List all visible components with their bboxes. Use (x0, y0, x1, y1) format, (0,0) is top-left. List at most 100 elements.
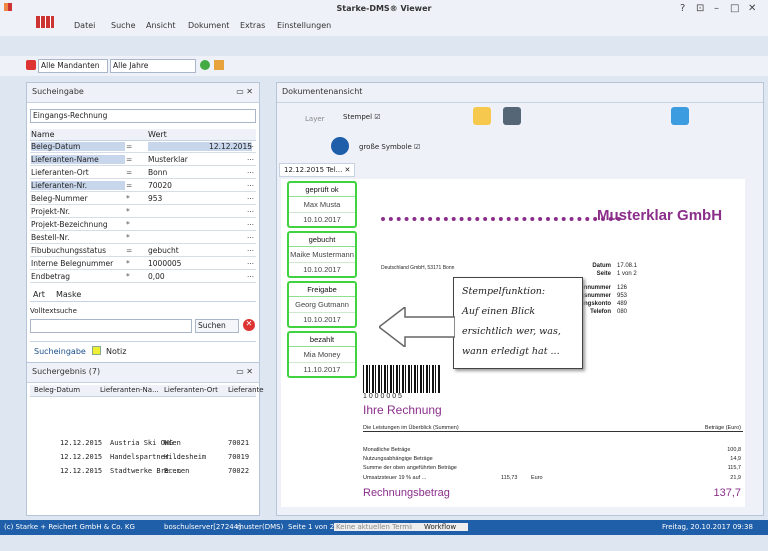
summary-lines: Monatliche Beträge 100,8 Nutzungsabhängige… (363, 447, 743, 474)
grid-row[interactable]: Bestell-Nr. * … (30, 232, 256, 244)
grid-row[interactable]: Beleg-Nummer * 953 … (30, 193, 256, 205)
menu-ansicht[interactable]: Ansicht (146, 21, 176, 30)
status-server: boschulserver[27244] (164, 523, 241, 531)
grid-row[interactable]: Interne Belegnummer * 1000005 … (30, 258, 256, 270)
table-row[interactable]: 12.12.2015 Austria Ski OHG Wien 70021 (30, 439, 256, 452)
grid-operator[interactable]: * (126, 194, 130, 203)
stempel-checkbox[interactable]: Stempel ☑ (343, 113, 381, 121)
menu-extras[interactable]: Extras (240, 21, 265, 30)
rechnungsbetrag: Rechnungsbetrag 137,7 (363, 487, 741, 499)
grid-row[interactable]: Projekt-Nr. * … (30, 206, 256, 218)
grid-field-name: Beleg-Nummer (31, 194, 88, 203)
search-grid: Beleg-Datum = 12.12.2015 … Lieferanten-Na… (30, 141, 256, 285)
hand-icon[interactable] (473, 107, 491, 125)
col-value: Wert (148, 130, 167, 139)
grid-operator[interactable]: = (126, 168, 132, 177)
grid-field-value[interactable]: 0,00 (148, 272, 165, 281)
menu-datei[interactable]: Datei (74, 21, 95, 30)
status-bar: (c) Starke + Reichert GmbH & Co. KG bosc… (0, 520, 768, 535)
results-list: 12.12.2015 Austria Ski OHG Wien 70021 12.… (30, 439, 256, 489)
jahr-select[interactable]: Alle Jahre (110, 59, 196, 73)
info-icon[interactable] (331, 137, 349, 155)
grid-operator[interactable]: = (126, 142, 132, 151)
doc-tab[interactable]: 12.12.2015 Tel... ✕ (279, 163, 356, 177)
menu-einstellungen[interactable]: Einstellungen (277, 21, 331, 30)
grid-operator[interactable]: * (126, 207, 130, 216)
ellipsis-icon[interactable]: … (247, 141, 254, 149)
grid-field-name: Projekt-Bezeichnung (31, 220, 108, 229)
bottom-tabs: Sucheingabe Notiz (30, 341, 256, 361)
settings-icon[interactable] (214, 60, 224, 70)
layout-button[interactable]: ⊡ (696, 3, 704, 14)
ellipsis-icon[interactable]: … (247, 271, 254, 279)
ellipsis-icon[interactable]: … (247, 193, 254, 201)
close-button[interactable]: ✕ (748, 3, 756, 14)
grid-operator[interactable]: = (126, 181, 132, 190)
search-panel: Sucheingabe ▭ ✕ Eingangs-Rechnung Name We… (26, 82, 260, 367)
grid-field-name: Endbetrag (31, 272, 71, 281)
menu-suche[interactable]: Suche (111, 21, 136, 30)
search-button[interactable]: Suchen (195, 319, 239, 333)
callout-box: Stempelfunktion: Auf einen Blick ersichtli… (453, 277, 583, 369)
stamp: geprüft ok Max Musta 10.10.2017 (287, 181, 357, 228)
print-icon[interactable] (503, 107, 521, 125)
ellipsis-icon[interactable]: … (247, 258, 254, 266)
tab-sucheingabe[interactable]: Sucheingabe (34, 347, 86, 356)
grosse-symbole-checkbox[interactable]: große Symbole ☑ (359, 143, 420, 151)
maximize-button[interactable]: □ (730, 3, 739, 14)
grid-row[interactable]: Lieferanten-Name = Musterklar … (30, 154, 256, 166)
grid-operator[interactable]: * (126, 220, 130, 229)
ellipsis-icon[interactable]: … (247, 232, 254, 240)
tab-maske[interactable]: Maske (56, 290, 81, 299)
ellipsis-icon[interactable]: … (247, 245, 254, 253)
app-menu-icon[interactable] (36, 16, 54, 28)
grid-field-value[interactable]: Musterklar (148, 155, 188, 164)
grid-row[interactable]: Lieferanten-Ort = Bonn … (30, 167, 256, 179)
grid-operator[interactable]: * (126, 233, 130, 242)
summary-title: Die Leistungen im Überblick (Summen) Betr… (363, 425, 743, 432)
company-logo: Musterklar GmbH (597, 207, 723, 224)
grid-row[interactable]: Projekt-Bezeichnung * … (30, 219, 256, 231)
grid-field-value[interactable]: 1000005 (148, 259, 181, 268)
grid-row[interactable]: Lieferanten-Nr. = 70020 … (30, 180, 256, 192)
workflow-button[interactable]: Workflow (412, 523, 469, 531)
ellipsis-icon[interactable]: … (247, 154, 254, 162)
grid-field-value[interactable]: 70020 (148, 181, 172, 190)
ellipsis-icon[interactable]: … (247, 167, 254, 175)
grid-field-value[interactable]: 12.12.2015 (148, 142, 252, 151)
doc-heading: Ihre Rechnung (363, 403, 442, 417)
grid-row[interactable]: Fibubuchungsstatus = gebucht … (30, 245, 256, 257)
col-name: Name (31, 130, 55, 139)
mandant-select[interactable]: Alle Mandanten (38, 59, 108, 73)
refresh-icon[interactable] (200, 60, 210, 70)
window-title: Starke-DMS® Viewer (336, 4, 432, 13)
volltext-input[interactable] (30, 319, 192, 333)
grid-field-value[interactable]: gebucht (148, 246, 179, 255)
document-panel: Dokumentenansicht Layer Stempel ☑ große … (276, 82, 764, 516)
grid-field-name: Lieferanten-Nr. (31, 181, 125, 190)
grid-field-value[interactable]: 953 (148, 194, 162, 203)
grid-field-value[interactable]: Bonn (148, 168, 167, 177)
grid-row[interactable]: Beleg-Datum = 12.12.2015 … (30, 141, 256, 153)
callout-arrow (379, 307, 455, 347)
menu-dokument[interactable]: Dokument (188, 21, 229, 30)
sender-line: Deutschland GmbH, 53171 Bonn (381, 265, 455, 271)
table-row[interactable]: 12.12.2015 Handelspartner ... Hildesheim… (30, 453, 256, 466)
status-date: Freitag, 20.10.2017 09:38 (662, 523, 753, 531)
ellipsis-icon[interactable]: … (247, 219, 254, 227)
grid-operator[interactable]: * (126, 272, 130, 281)
grid-row[interactable]: Endbetrag * 0,00 … (30, 271, 256, 283)
grid-operator[interactable]: = (126, 246, 132, 255)
tab-notiz[interactable]: Notiz (106, 347, 126, 356)
minimize-button[interactable]: – (714, 3, 719, 14)
email-icon[interactable] (671, 107, 689, 125)
tab-art[interactable]: Art (33, 290, 45, 299)
grid-operator[interactable]: * (126, 259, 130, 268)
ellipsis-icon[interactable]: … (247, 206, 254, 214)
table-row[interactable]: 12.12.2015 Stadtwerke Bre... Bremen 7002… (30, 467, 256, 480)
clear-icon[interactable]: ✕ (243, 319, 255, 331)
help-button[interactable]: ? (680, 3, 685, 14)
grid-operator[interactable]: = (126, 155, 132, 164)
form-select[interactable]: Eingangs-Rechnung (30, 109, 256, 123)
ellipsis-icon[interactable]: … (247, 180, 254, 188)
